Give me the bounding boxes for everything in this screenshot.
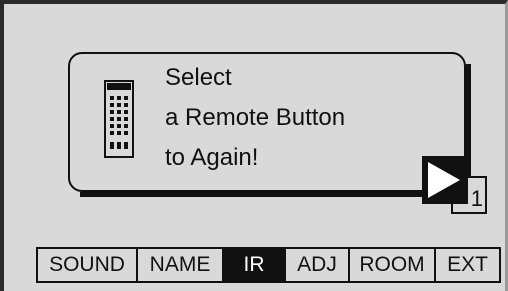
tab-room[interactable]: ROOM (350, 249, 436, 281)
message-line: a Remote Button (165, 104, 346, 131)
page-number: 1 (470, 186, 483, 211)
dialog-shadow (80, 192, 471, 197)
message-line: to Again! (165, 144, 259, 171)
menu-bar: SOUND NAME IR ADJ ROOM EXT (36, 247, 501, 283)
tab-name[interactable]: NAME (138, 249, 224, 281)
lcd-screen: Select a Remote Button to Again! 1 SOUND… (0, 0, 508, 291)
remote-control-icon (104, 80, 134, 158)
tab-sound[interactable]: SOUND (38, 249, 138, 281)
tab-ir[interactable]: IR (224, 249, 286, 281)
tab-adj[interactable]: ADJ (286, 249, 350, 281)
next-arrow-icon[interactable] (422, 156, 468, 204)
message-line: Select (165, 64, 232, 91)
tab-ext[interactable]: EXT (436, 249, 499, 281)
